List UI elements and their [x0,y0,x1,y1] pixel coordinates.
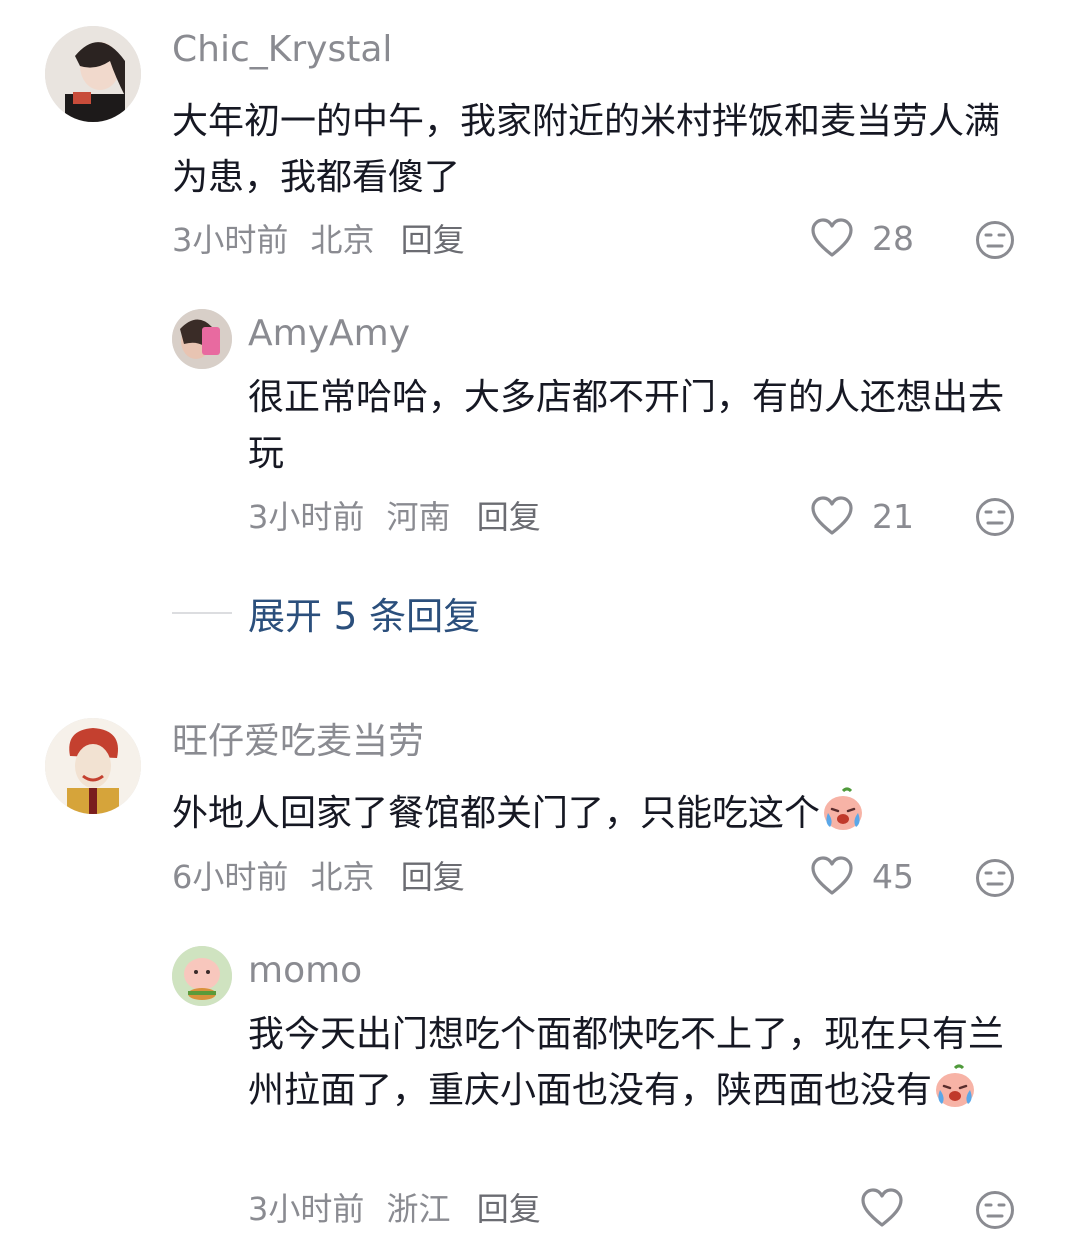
avatar-chic-krystal[interactable] [45,26,141,122]
comment-meta: 6小时前 北京 回复 [172,857,465,897]
crying-peach-emoji [936,1064,975,1107]
comment-text-body: 外地人回家了餐馆都关门了，只能吃这个 [172,793,821,834]
comment-time: 3小时前 [248,1190,365,1228]
dislike-icon[interactable] [975,858,1015,898]
comment-location: 北京 [310,221,375,259]
expand-replies-button[interactable]: 展开 5 条回复 [172,586,480,640]
avatar-wangzai[interactable] [45,718,141,814]
comment-time: 3小时前 [172,221,289,259]
heart-outline-icon [811,856,853,895]
comment-meta: 3小时前 浙江 回复 [248,1189,541,1229]
comment-meta: 3小时前 河南 回复 [248,497,541,537]
comment-time: 3小时前 [248,498,365,536]
reply-button[interactable]: 回复 [477,1189,541,1229]
like-button[interactable]: 45 [810,856,914,896]
comment-time: 6小时前 [172,858,289,896]
comment-text-body: 我今天出门想吃个面都快吃不上了，现在只有兰州拉面了，重庆小面也没有，陕西面也没有 [248,1014,1005,1111]
username[interactable]: 旺仔爱吃麦当劳 [172,720,424,764]
comment-text: 大年初一的中午，我家附近的米村拌饭和麦当劳人满为患，我都看傻了 [172,101,1001,198]
avatar-momo[interactable] [172,946,232,1006]
comment-location: 河南 [386,498,451,536]
divider-line [172,612,232,614]
like-count: 21 [872,496,914,536]
username[interactable]: momo [248,949,362,993]
like-button[interactable]: 21 [810,496,914,536]
comment-location: 浙江 [386,1190,451,1228]
crying-peach-emoji [824,787,863,830]
heart-outline-icon [811,218,853,257]
reply-button[interactable]: 回复 [401,220,465,260]
username[interactable]: AmyAmy [248,312,410,356]
dislike-icon[interactable] [975,220,1015,260]
comment-text: 外地人回家了餐馆都关门了，只能吃这个 [172,786,1022,842]
comment-text: 很正常哈哈，大多店都不开门，有的人还想出去玩 [248,377,1005,474]
heart-outline-icon [811,496,853,535]
like-count: 28 [872,218,914,258]
heart-outline-icon [861,1188,903,1227]
comment-meta: 3小时前 北京 回复 [172,220,465,260]
reply-button[interactable]: 回复 [477,497,541,537]
comment-text: 我今天出门想吃个面都快吃不上了，现在只有兰州拉面了，重庆小面也没有，陕西面也没有 [248,1007,1018,1119]
username[interactable]: Chic_Krystal [172,28,392,72]
reply-button[interactable]: 回复 [401,857,465,897]
like-count: 45 [872,856,914,896]
avatar-amyamy[interactable] [172,309,232,369]
like-button[interactable]: 28 [810,218,914,258]
dislike-icon[interactable] [975,1190,1015,1230]
like-button[interactable] [860,1188,922,1228]
expand-replies-label: 展开 5 条回复 [248,595,481,638]
dislike-icon[interactable] [975,497,1015,537]
comment-location: 北京 [310,858,375,896]
